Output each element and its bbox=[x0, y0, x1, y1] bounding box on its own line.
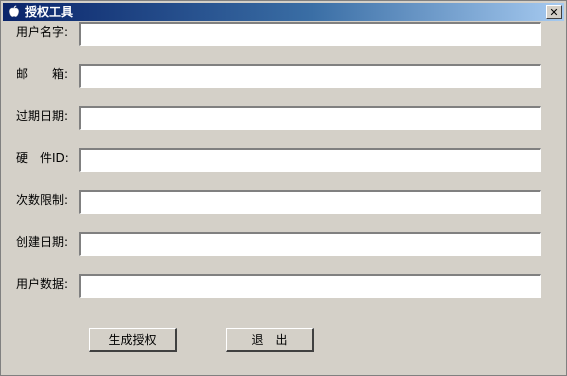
username-input[interactable] bbox=[78, 21, 542, 47]
email-label: 邮 箱: bbox=[16, 67, 69, 81]
created-date-input[interactable] bbox=[78, 231, 542, 257]
email-input[interactable] bbox=[78, 63, 542, 89]
expiry-date-input[interactable] bbox=[78, 105, 542, 131]
generate-license-button[interactable]: 生成授权 bbox=[89, 328, 177, 352]
close-icon: ✕ bbox=[549, 5, 559, 19]
user-data-label: 用户数据: bbox=[16, 277, 69, 291]
created-date-label: 创建日期: bbox=[16, 235, 69, 249]
username-label: 用户名字: bbox=[16, 25, 69, 39]
exit-label: 退 出 bbox=[251, 333, 288, 347]
generate-license-label: 生成授权 bbox=[108, 333, 157, 347]
hardware-id-label: 硬 件ID: bbox=[16, 151, 69, 165]
title-bar[interactable]: 授权工具 ✕ bbox=[3, 3, 564, 21]
expiry-date-label: 过期日期: bbox=[16, 109, 69, 123]
exit-button[interactable]: 退 出 bbox=[226, 328, 314, 352]
user-data-input[interactable] bbox=[78, 273, 542, 299]
hardware-id-input[interactable] bbox=[78, 147, 542, 173]
window-title: 授权工具 bbox=[25, 5, 74, 19]
license-tool-window: 授权工具 ✕ 用户名字: 邮 箱: 过期日期: 硬 件ID: 次数限制: 创建日… bbox=[0, 0, 567, 376]
usage-limit-label: 次数限制: bbox=[16, 193, 69, 207]
apple-icon bbox=[9, 5, 19, 17]
usage-limit-input[interactable] bbox=[78, 189, 542, 215]
close-button[interactable]: ✕ bbox=[546, 5, 562, 19]
